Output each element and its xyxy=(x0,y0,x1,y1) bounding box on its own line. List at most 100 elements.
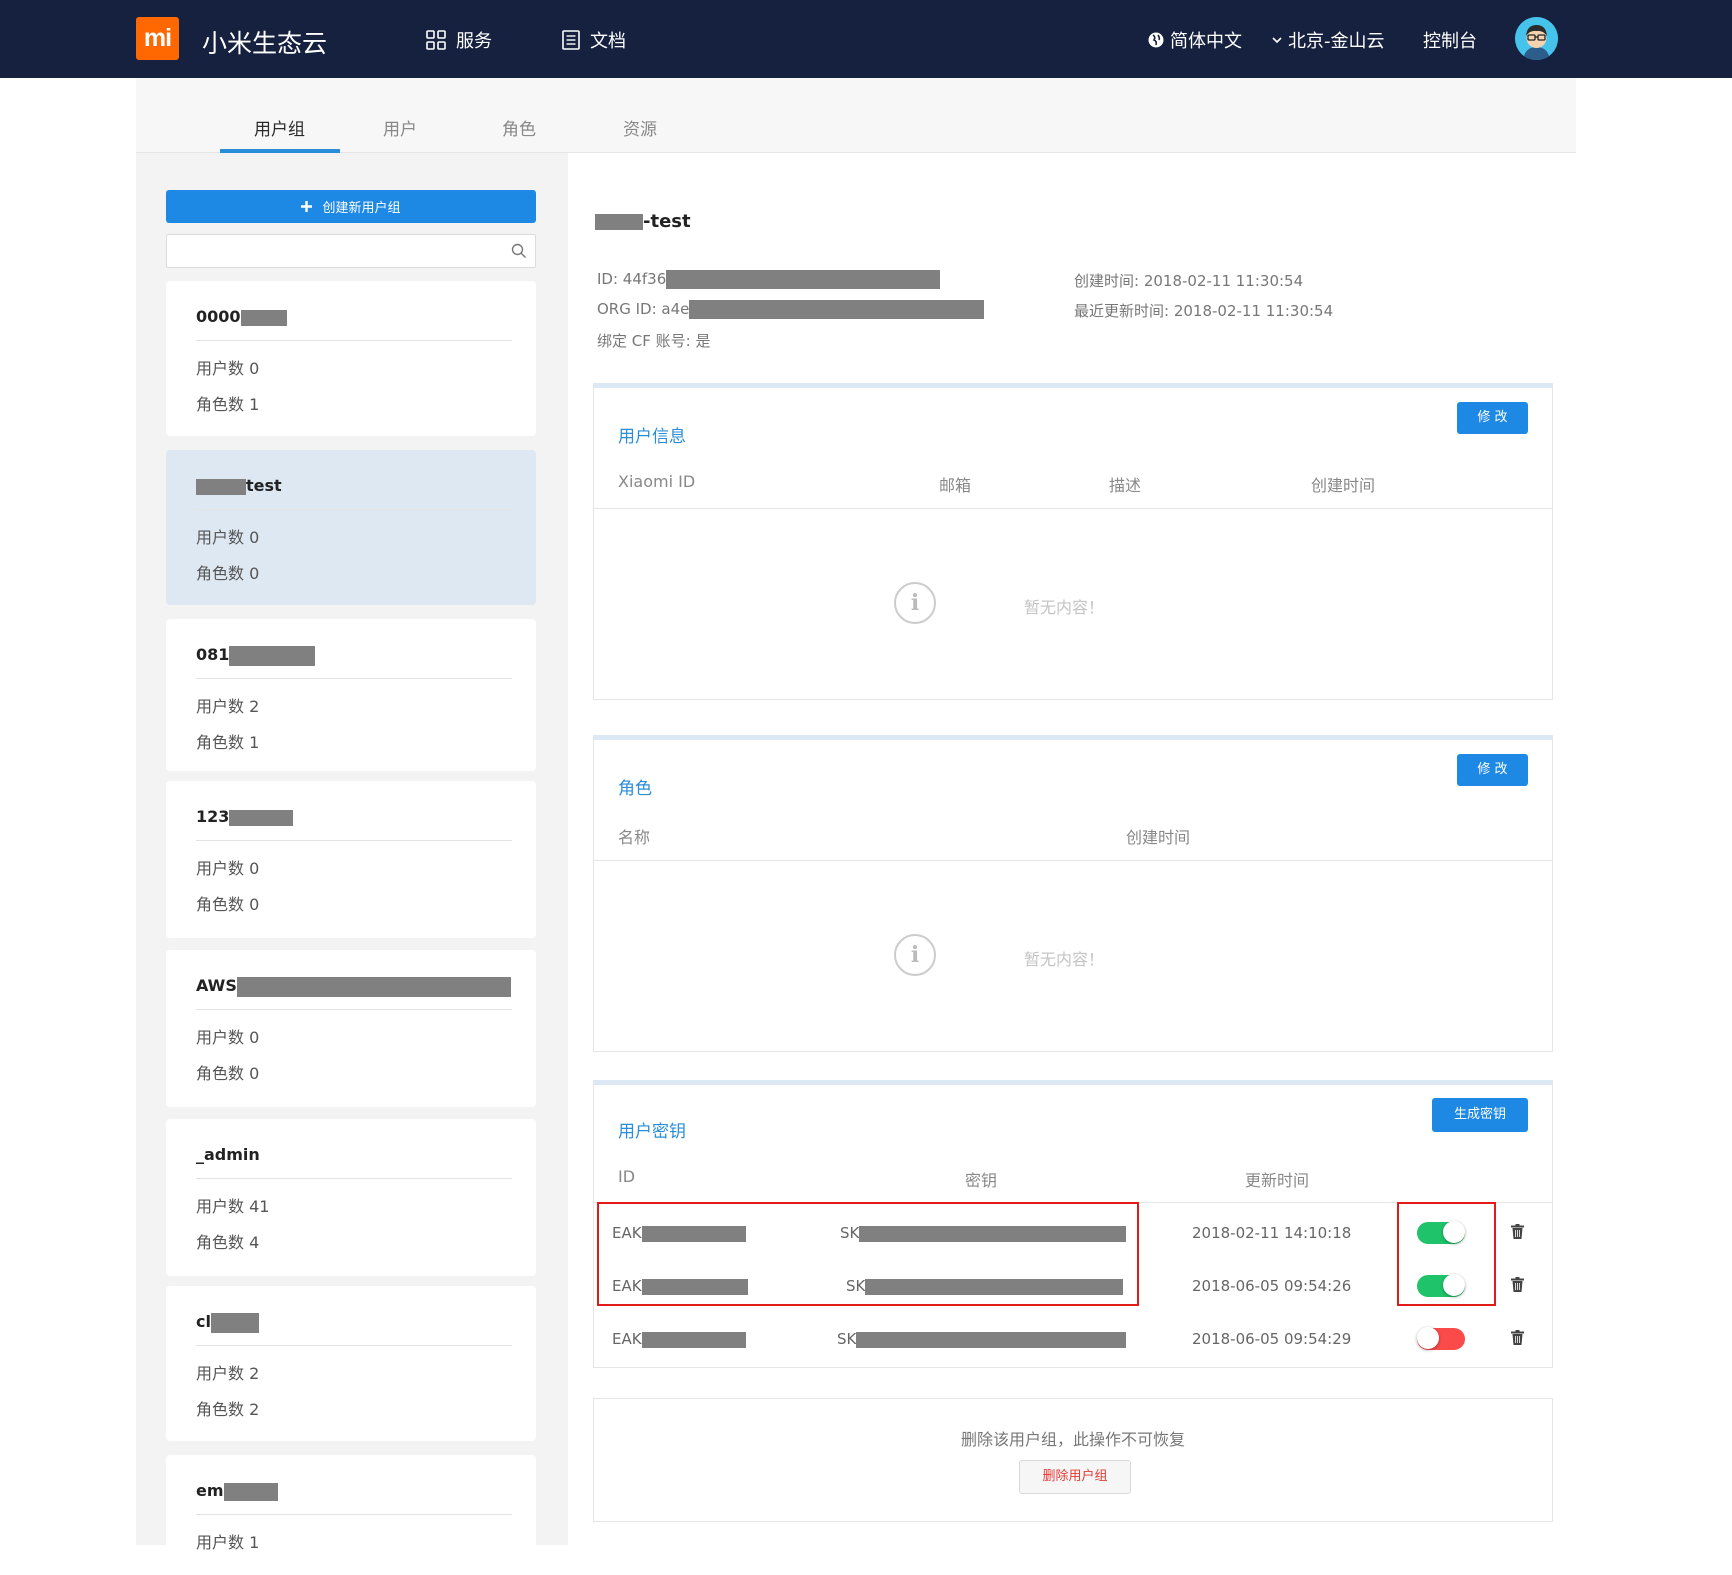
info-icon: i xyxy=(894,934,936,976)
user-keys-title: 用户密钥 xyxy=(618,1122,686,1142)
access-key-id: EAK xyxy=(612,1330,746,1348)
key-update-time: 2018-06-05 09:54:26 xyxy=(1192,1277,1352,1295)
avatar-face-icon xyxy=(1515,17,1558,60)
key-update-time: 2018-06-05 09:54:29 xyxy=(1192,1330,1352,1348)
group-user-count: 用户数 0 xyxy=(196,859,260,878)
group-card[interactable]: cl 用户数 2 角色数 2 xyxy=(166,1286,536,1441)
column-header: ID xyxy=(618,1167,636,1186)
group-card-name: _admin xyxy=(196,1145,260,1164)
highlight-box-keys xyxy=(597,1202,1139,1306)
group-card-selected[interactable]: test 用户数 0 角色数 0 xyxy=(166,450,536,605)
group-card[interactable]: 081 用户数 2 角色数 1 xyxy=(166,619,536,771)
console-link[interactable]: 控制台 xyxy=(1423,27,1477,53)
create-group-label: 创建新用户组 xyxy=(322,201,401,216)
region-selector[interactable]: 北京-金山云 xyxy=(1272,27,1385,53)
group-role-count: 角色数 2 xyxy=(196,1400,260,1419)
top-navbar: mi 小米生态云 服务 文档 简体中文 北京-金山云 控制台 xyxy=(0,0,1732,78)
info-icon: i xyxy=(894,582,936,624)
key-update-time: 2018-02-11 14:10:18 xyxy=(1192,1224,1352,1242)
group-role-count: 角色数 4 xyxy=(196,1233,260,1252)
tab-roles[interactable]: 角色 xyxy=(502,115,536,140)
group-role-count: 角色数 0 xyxy=(196,1064,260,1083)
group-role-count: 角色数 0 xyxy=(196,895,260,914)
column-header: 描述 xyxy=(1109,476,1142,495)
group-card-name: cl xyxy=(196,1312,259,1333)
group-user-count: 用户数 41 xyxy=(196,1197,270,1216)
group-user-count: 用户数 2 xyxy=(196,697,260,716)
create-group-button[interactable]: 创建新用户组 xyxy=(166,190,536,223)
generate-key-button[interactable]: 生成密钥 xyxy=(1432,1098,1528,1132)
column-header: 密钥 xyxy=(965,1171,998,1190)
group-user-count: 用户数 2 xyxy=(196,1364,260,1383)
document-icon xyxy=(562,30,580,50)
column-header: 邮箱 xyxy=(939,476,972,495)
group-search-input[interactable] xyxy=(166,234,536,268)
roles-title: 角色 xyxy=(618,779,652,799)
group-user-count: 用户数 0 xyxy=(196,528,260,547)
group-card-name: 123 xyxy=(196,807,294,826)
column-header: 创建时间 xyxy=(1311,476,1376,495)
nav-services[interactable]: 服务 xyxy=(426,27,492,53)
group-user-count: 用户数 0 xyxy=(196,359,260,378)
empty-text: 暂无内容！ xyxy=(1024,598,1105,617)
group-card[interactable]: AWS 用户数 0 角色数 0 xyxy=(166,950,536,1107)
group-card-name: 0000 xyxy=(196,307,287,326)
plus-icon xyxy=(301,201,313,212)
mi-logo[interactable]: mi xyxy=(136,17,179,60)
grid-icon xyxy=(426,30,446,50)
group-card[interactable]: _admin 用户数 41 角色数 4 xyxy=(166,1119,536,1276)
globe-icon xyxy=(1148,32,1164,48)
group-user-count: 用户数 1 xyxy=(196,1533,260,1552)
edit-roles-button[interactable]: 修 改 xyxy=(1457,754,1528,786)
secret-key: SK xyxy=(837,1330,1127,1348)
group-card-name: 081 xyxy=(196,645,316,666)
group-role-count: 角色数 1 xyxy=(196,733,260,752)
user-avatar[interactable] xyxy=(1515,17,1558,60)
trash-icon[interactable] xyxy=(1511,1224,1524,1239)
language-selector[interactable]: 简体中文 xyxy=(1148,27,1242,53)
column-header: 更新时间 xyxy=(1245,1171,1310,1190)
console-label: 控制台 xyxy=(1423,31,1477,52)
group-card-name: AWS xyxy=(196,976,511,997)
tab-strip: 用户组 用户 角色 资源 xyxy=(136,78,1576,153)
highlight-box-toggles xyxy=(1397,1202,1496,1306)
group-sidebar: 创建新用户组 0000 用户数 0 角色数 1 test 用户数 0 角色数 0… xyxy=(136,153,568,1575)
column-header: 创建时间 xyxy=(1126,828,1191,847)
user-info-title: 用户信息 xyxy=(618,427,686,447)
nav-docs[interactable]: 文档 xyxy=(562,27,626,53)
trash-icon[interactable] xyxy=(1511,1277,1524,1292)
brand-name[interactable]: 小米生态云 xyxy=(202,24,327,60)
group-card-name: em xyxy=(196,1481,278,1501)
search-icon[interactable] xyxy=(511,243,527,259)
trash-icon[interactable] xyxy=(1511,1330,1524,1345)
org-id: ORG ID: a4e xyxy=(597,300,985,319)
user-info-panel: 用户信息 修 改 Xiaomi ID 邮箱 描述 创建时间 i 暂无内容！ xyxy=(593,383,1553,700)
tab-user-groups[interactable]: 用户组 xyxy=(254,115,305,140)
nav-docs-label: 文档 xyxy=(590,31,626,52)
group-card[interactable]: 123 用户数 0 角色数 0 xyxy=(166,781,536,938)
delete-warning-text: 删除该用户组，此操作不可恢复 xyxy=(960,1430,1185,1449)
updated-time: 最近更新时间: 2018-02-11 11:30:54 xyxy=(1074,302,1334,320)
empty-text: 暂无内容！ xyxy=(1024,950,1105,969)
group-id: ID: 44f36 xyxy=(597,270,941,289)
tab-resources[interactable]: 资源 xyxy=(623,115,657,140)
nav-services-label: 服务 xyxy=(456,31,492,52)
group-role-count: 角色数 0 xyxy=(196,564,260,583)
language-label: 简体中文 xyxy=(1170,31,1242,52)
tab-users[interactable]: 用户 xyxy=(383,115,417,140)
roles-panel: 角色 修 改 名称 创建时间 i 暂无内容！ xyxy=(593,735,1553,1052)
column-header: Xiaomi ID xyxy=(618,472,696,491)
group-detail: -test ID: 44f36 ORG ID: a4e 绑定 CF 账号: 是 … xyxy=(568,153,1576,1545)
region-label: 北京-金山云 xyxy=(1288,31,1385,52)
chevron-down-icon xyxy=(1272,37,1282,44)
group-card[interactable]: 0000 用户数 0 角色数 1 xyxy=(166,281,536,436)
created-time: 创建时间: 2018-02-11 11:30:54 xyxy=(1074,272,1304,290)
group-role-count: 角色数 1 xyxy=(196,395,260,414)
delete-group-button[interactable]: 删除用户组 xyxy=(1019,1460,1131,1494)
key-enable-toggle[interactable] xyxy=(1417,1327,1465,1350)
delete-group-panel: 删除该用户组，此操作不可恢复 删除用户组 xyxy=(593,1398,1553,1522)
cf-bound: 绑定 CF 账号: 是 xyxy=(597,332,711,350)
edit-users-button[interactable]: 修 改 xyxy=(1457,402,1528,434)
group-card-name: test xyxy=(196,476,282,495)
group-card[interactable]: em 用户数 1 xyxy=(166,1455,536,1575)
